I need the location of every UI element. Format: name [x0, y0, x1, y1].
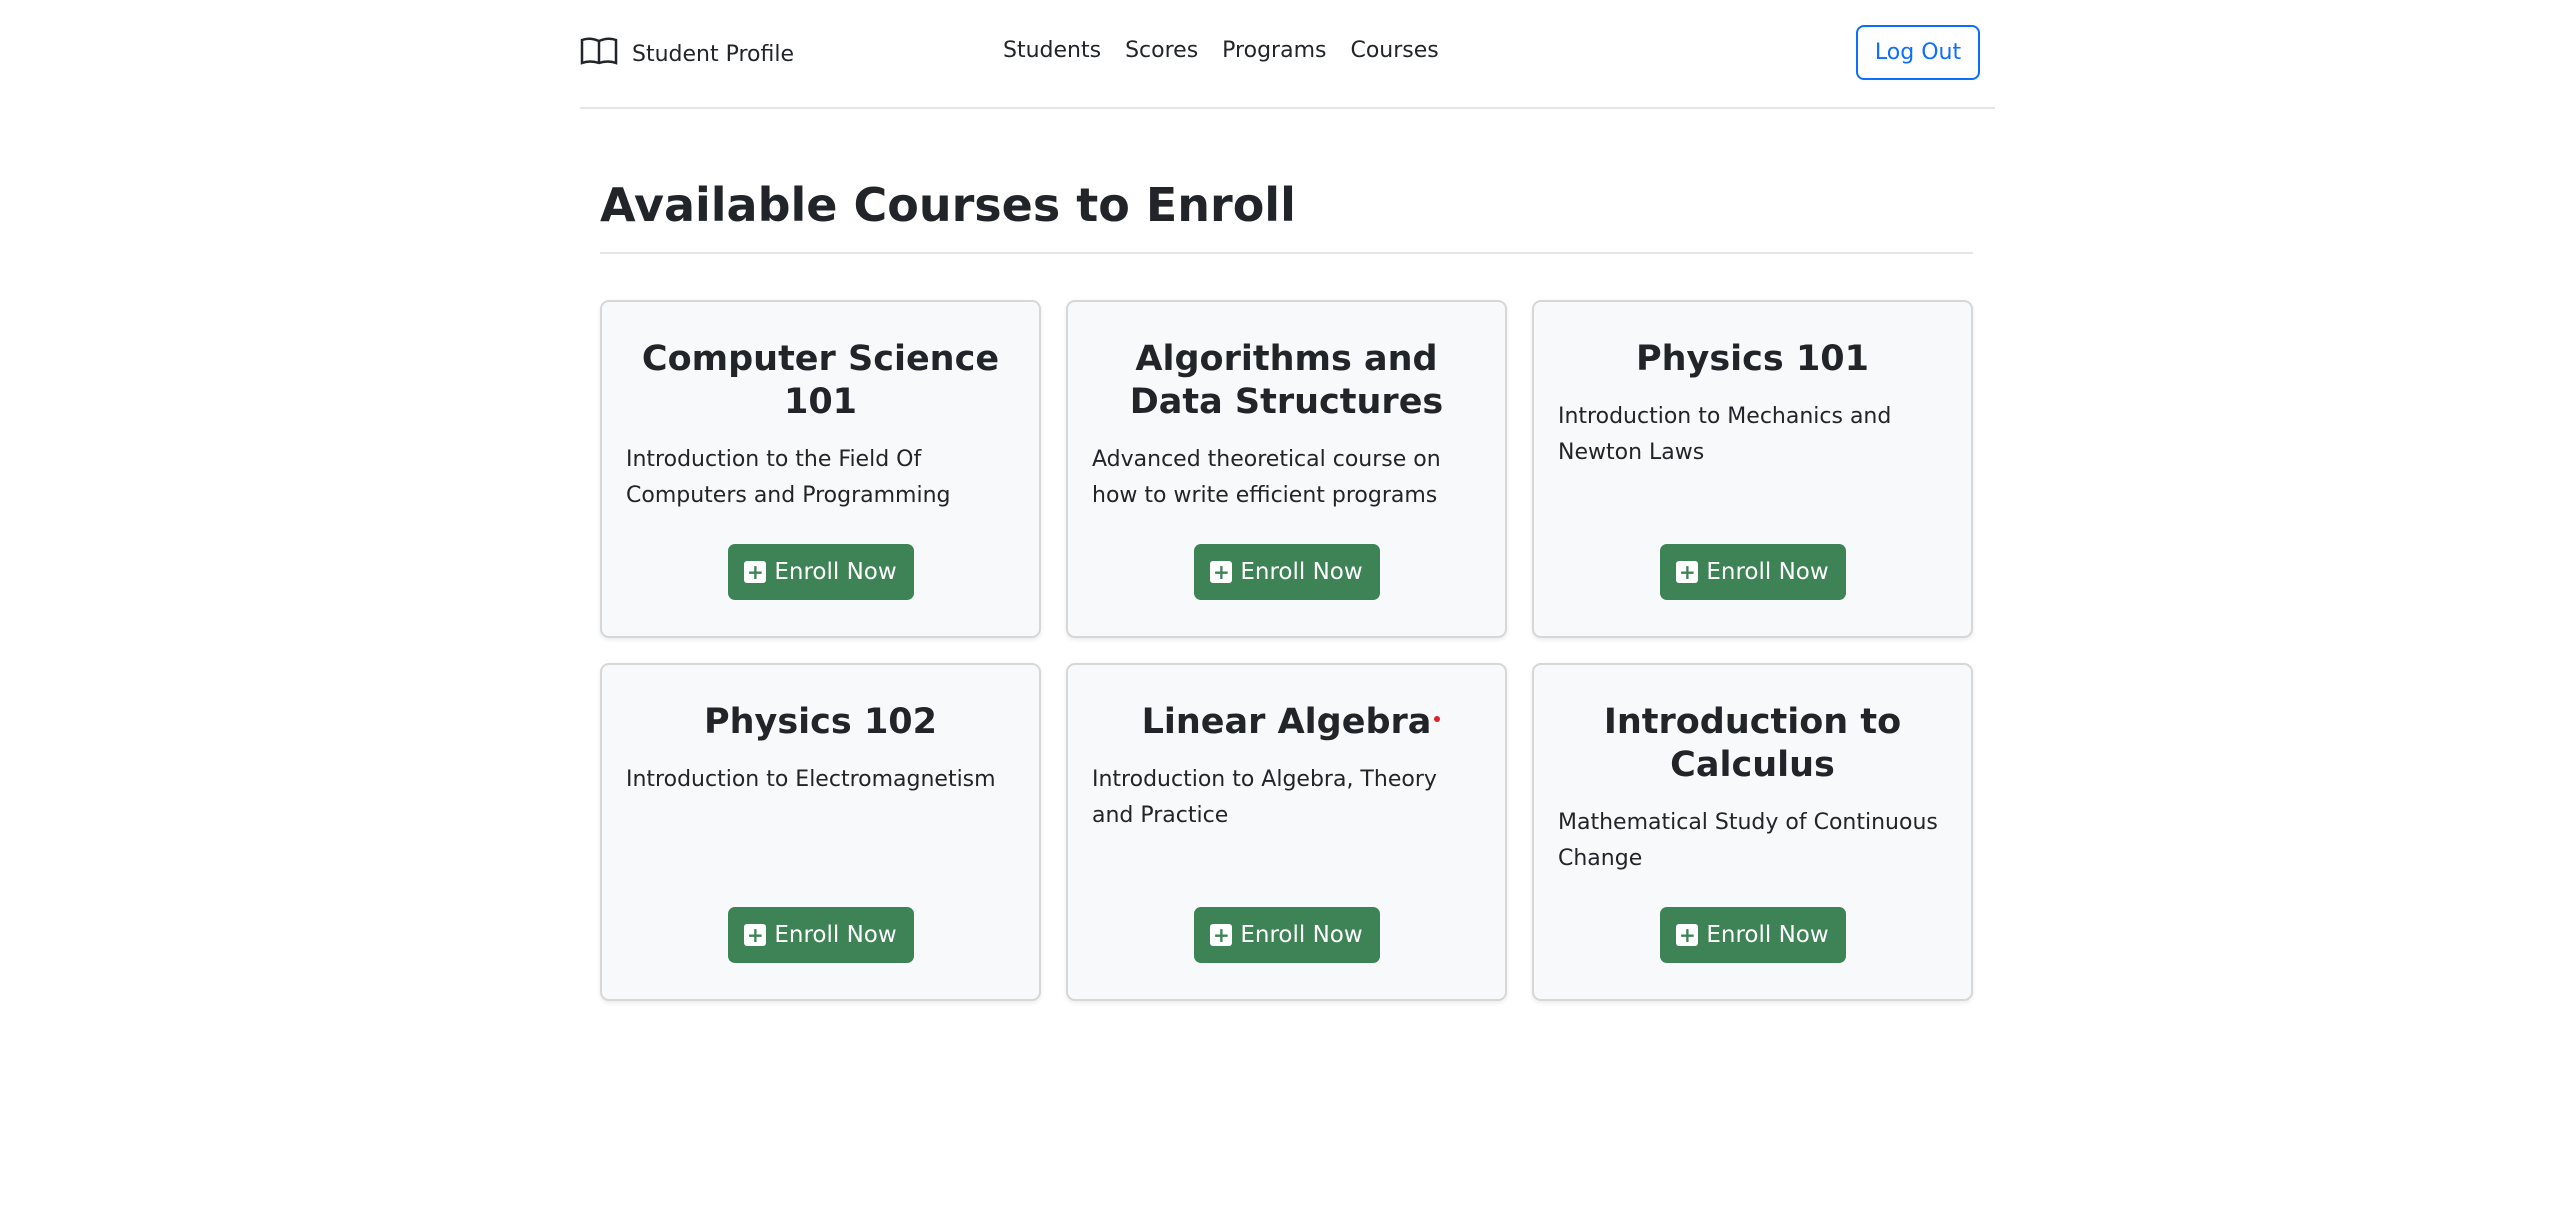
course-title: Physics 101: [1635, 339, 1870, 379]
enroll-label: Enroll Now: [774, 559, 897, 585]
course-card: Algorithms and Data Structures Advanced t…: [1066, 300, 1507, 638]
enroll-button[interactable]: + Enroll Now: [1659, 544, 1846, 600]
plus-square-icon: +: [1210, 924, 1233, 946]
enroll-label: Enroll Now: [1706, 559, 1829, 585]
navbar: Student Profile Students Scores Programs…: [580, 0, 1995, 109]
course-title: Introduction to Calculus: [1603, 702, 1902, 785]
course-description: Introduction to Mechanics and Newton Law…: [1558, 404, 1892, 465]
book-icon: [580, 36, 618, 72]
plus-square-icon: +: [1210, 561, 1233, 583]
course-description: Introduction to Electromagnetism: [626, 767, 996, 792]
enroll-button[interactable]: + Enroll Now: [727, 907, 914, 963]
brand-label: Student Profile: [632, 41, 795, 67]
course-description: Introduction to the Field Of Computers a…: [626, 447, 951, 508]
enroll-button[interactable]: + Enroll Now: [1193, 907, 1380, 963]
plus-square-icon: +: [1676, 561, 1699, 583]
cursor-marker: [1434, 716, 1440, 722]
nav-link-programs[interactable]: Programs: [1222, 38, 1326, 63]
course-title: Algorithms and Data Structures: [1129, 339, 1444, 422]
course-title: Physics 102: [703, 702, 938, 742]
course-card: Computer Science 101 Introduction to the …: [600, 300, 1041, 638]
enroll-button[interactable]: + Enroll Now: [1659, 907, 1846, 963]
course-description: Introduction to Algebra, Theory and Prac…: [1092, 767, 1437, 828]
enroll-label: Enroll Now: [774, 922, 897, 948]
plus-square-icon: +: [1676, 924, 1699, 946]
plus-square-icon: +: [744, 924, 767, 946]
enroll-label: Enroll Now: [1240, 922, 1363, 948]
course-description: Advanced theoretical course on how to wr…: [1092, 447, 1441, 508]
course-card: Linear Algebra Introduction to Algebra, T…: [1066, 663, 1507, 1001]
course-card: Physics 102 Introduction to Electromagnet…: [600, 663, 1041, 1001]
course-grid: Computer Science 101 Introduction to the …: [600, 300, 1973, 1001]
enroll-label: Enroll Now: [1240, 559, 1363, 585]
plus-square-icon: +: [744, 561, 767, 583]
course-card: Introduction to Calculus Mathematical Stu…: [1532, 663, 1973, 1001]
enroll-button[interactable]: + Enroll Now: [727, 544, 914, 600]
course-title: Computer Science 101: [641, 339, 1000, 422]
nav-link-scores[interactable]: Scores: [1125, 38, 1198, 63]
enroll-label: Enroll Now: [1706, 922, 1829, 948]
course-title: Linear Algebra: [1141, 702, 1432, 742]
brand-link[interactable]: Student Profile: [580, 36, 794, 72]
course-card: Physics 101 Introduction to Mechanics and…: [1532, 300, 1973, 638]
enroll-button[interactable]: + Enroll Now: [1193, 544, 1380, 600]
page-title: Available Courses to Enroll: [600, 178, 1973, 254]
nav-links: Students Scores Programs Courses: [1003, 38, 1439, 63]
course-description: Mathematical Study of Continuous Change: [1558, 810, 1938, 871]
nav-link-students[interactable]: Students: [1003, 38, 1101, 63]
logout-button[interactable]: Log Out: [1856, 25, 1980, 80]
nav-link-courses[interactable]: Courses: [1350, 38, 1438, 63]
